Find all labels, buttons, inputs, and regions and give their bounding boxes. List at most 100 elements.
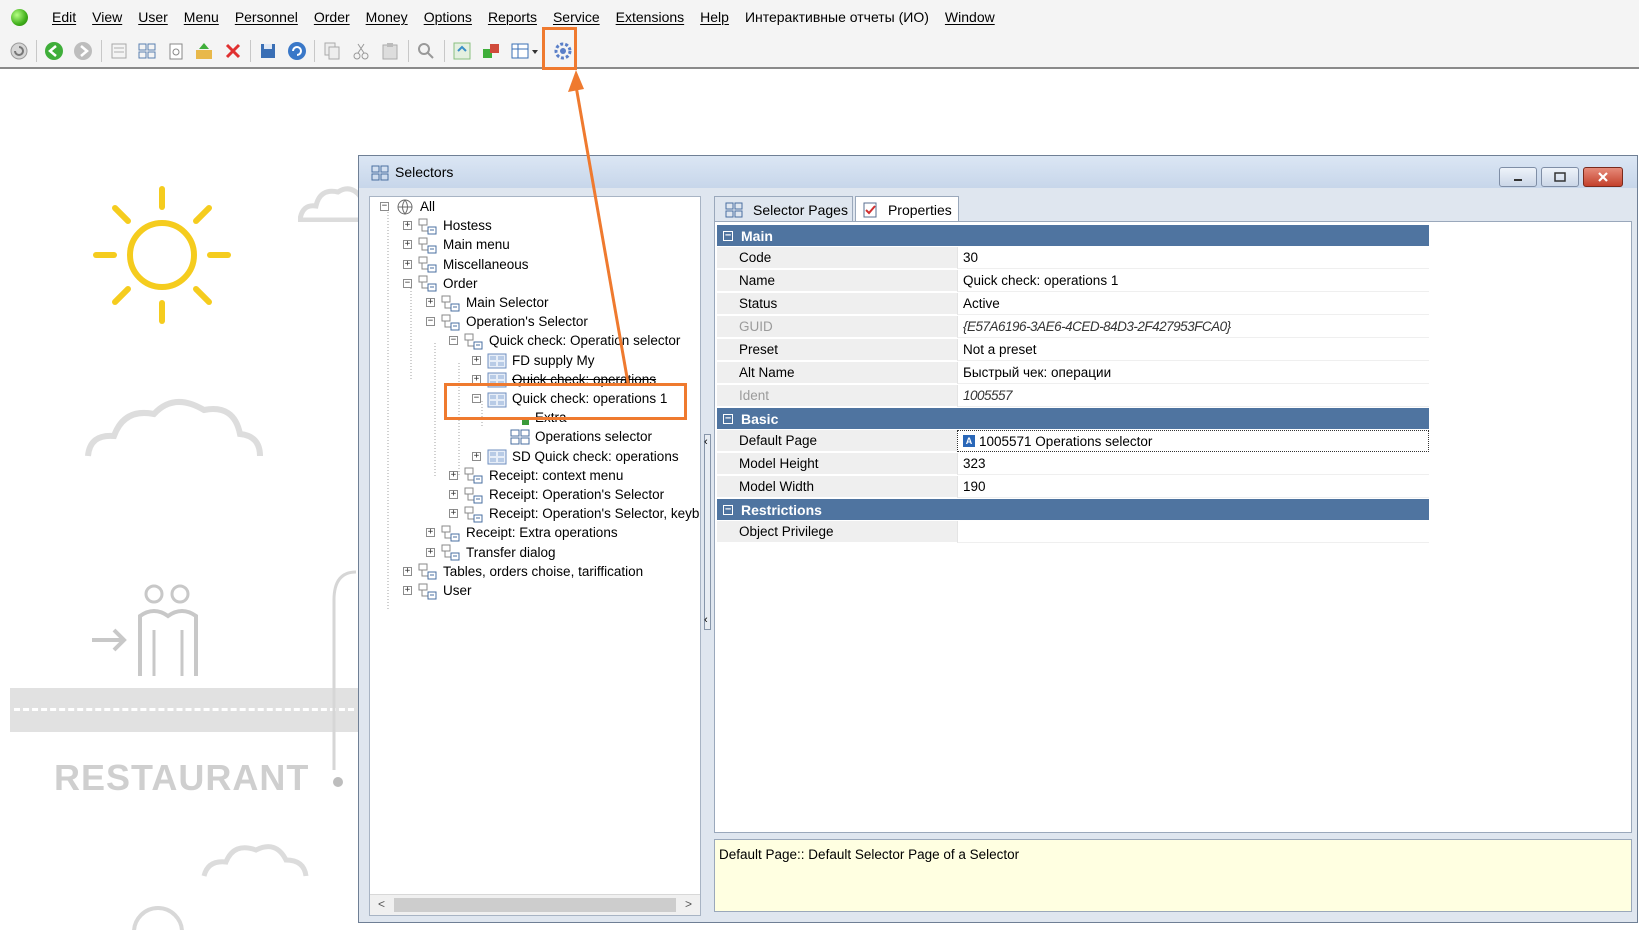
scroll-left-icon[interactable]: < [378,897,385,911]
menu-options[interactable]: Options [416,9,480,25]
property-value[interactable]: 30 [957,247,1429,269]
tree-item[interactable]: − Quick check: Operation selector [449,331,680,350]
tree-item[interactable]: Operations selector [495,427,652,446]
scrollbar-thumb[interactable] [394,898,676,912]
expand-icon[interactable]: + [403,566,412,576]
tree-item[interactable]: + Hostess [403,216,492,235]
collapse-icon[interactable]: − [723,230,733,241]
collapse-icon[interactable]: − [449,336,458,346]
menu-view[interactable]: View [84,9,130,25]
property-row-alt-name[interactable]: Alt Name Быстрый чек: операции [717,362,1429,384]
property-row-model-width[interactable]: Model Width 190 [717,476,1429,498]
tree-item[interactable]: + Receipt: context menu [449,466,623,485]
export-icon[interactable] [194,41,214,61]
menu-service[interactable]: Service [545,9,608,25]
menu-user[interactable]: User [130,9,176,25]
expand-icon[interactable]: + [403,240,412,250]
table-view-icon[interactable] [510,41,540,61]
tree-item[interactable]: + Receipt: Operation's Selector [449,485,664,504]
copy-doc-icon[interactable] [166,41,186,61]
collapse-icon[interactable]: − [426,317,435,327]
tree-item[interactable]: + Main menu [403,235,510,254]
tree-item[interactable]: + Receipt: Operation's Selector, keyboa [449,504,700,523]
property-row-status[interactable]: Status Active [717,293,1429,315]
scroll-right-icon[interactable]: > [685,897,692,911]
property-value[interactable]: 323 [957,453,1429,475]
property-row-name[interactable]: Name Quick check: operations 1 [717,270,1429,292]
tree-horizontal-scrollbar[interactable]: < > [370,894,700,915]
category-basic[interactable]: − Basic [717,408,1429,429]
menu-help[interactable]: Help [692,9,737,25]
cut-icon[interactable] [351,41,371,61]
paste-icon[interactable] [380,41,400,61]
find-icon[interactable] [416,41,436,61]
copy-icon[interactable] [322,41,342,61]
property-value[interactable]: A 1005571 Operations selector [957,430,1429,452]
tree-item[interactable]: − Order [403,274,478,293]
back-icon[interactable] [44,41,64,61]
property-value[interactable]: Быстрый чек: операции [957,362,1429,384]
save-icon[interactable] [258,41,278,61]
menu-menu[interactable]: Menu [176,9,227,25]
expand-icon[interactable]: + [426,547,435,557]
expand-icon[interactable]: + [403,586,412,595]
collapse-icon[interactable]: − [403,278,412,288]
sync-icon[interactable] [452,41,472,61]
menu-reports[interactable]: Reports [480,9,545,25]
property-value[interactable]: Active [957,293,1429,315]
menu-extensions[interactable]: Extensions [608,9,692,25]
refresh-icon[interactable] [9,41,29,61]
move-icon[interactable] [481,41,501,61]
delete-icon[interactable] [223,41,243,61]
expand-icon[interactable]: + [472,451,481,461]
tab-properties[interactable]: Properties [854,196,959,222]
property-row-object-privilege[interactable]: Object Privilege [717,521,1429,543]
tree-item[interactable]: + FD supply My [472,351,595,370]
property-row-preset[interactable]: Preset Not a preset [717,339,1429,361]
tab-selector-pages[interactable]: Selector Pages [714,196,853,222]
page-icon[interactable] [109,41,129,61]
selector-tree[interactable]: − All + Hostess + Main menu + Miscellaneous − Ord… [369,196,701,916]
close-button[interactable] [1583,167,1623,187]
expand-icon[interactable]: + [426,528,435,538]
expand-icon[interactable]: + [403,221,412,231]
maximize-button[interactable] [1541,167,1579,187]
collapse-icon[interactable]: − [723,413,733,424]
category-restrictions[interactable]: − Restrictions [717,499,1429,520]
menu-personnel[interactable]: Personnel [227,9,306,25]
tree-item[interactable]: + Main Selector [426,293,549,312]
property-value[interactable]: 190 [957,476,1429,498]
expand-icon[interactable]: + [449,490,458,499]
property-value[interactable]: Not a preset [957,339,1429,361]
tree-item[interactable]: + Transfer dialog [426,543,556,562]
property-row-code[interactable]: Code 30 [717,247,1429,269]
minimize-button[interactable] [1499,167,1537,187]
forward-icon[interactable] [73,41,93,61]
tree-item[interactable]: + Miscellaneous [403,255,529,274]
expand-icon[interactable]: + [403,259,412,269]
property-row-default-page[interactable]: Default Page A 1005571 Operations selector [717,430,1429,452]
category-main[interactable]: − Main [717,225,1429,246]
collapse-left-icon[interactable]: ‹ [704,436,708,448]
tree-item[interactable]: + Receipt: Extra operations [426,523,618,542]
collapse-icon[interactable]: − [723,504,733,515]
expand-icon[interactable]: + [449,509,458,519]
tree-item[interactable]: − All [380,197,435,216]
expand-icon[interactable]: + [472,355,481,365]
menu-edit[interactable]: Edit [44,9,84,25]
tree-item[interactable]: + Tables, orders choise, tariffication [403,562,643,581]
menu-interactive-reports[interactable]: Интерактивные отчеты (ИО) [737,9,937,25]
window-title-bar[interactable]: Selectors [359,156,1637,188]
expand-icon[interactable]: + [449,470,458,480]
expand-icon[interactable]: + [426,298,435,307]
collapse-icon[interactable]: − [380,202,389,211]
menu-window[interactable]: Window [937,9,1003,25]
collapse-left-icon[interactable]: ‹ [704,614,708,626]
pane-splitter[interactable]: ‹ ‹ [704,196,712,916]
menu-money[interactable]: Money [358,9,416,25]
menu-order[interactable]: Order [306,9,358,25]
tree-item[interactable]: + User [403,581,472,600]
grid-icon[interactable] [137,41,157,61]
tree-item[interactable]: + SD Quick check: operations [472,447,679,466]
property-value[interactable] [957,521,1429,543]
